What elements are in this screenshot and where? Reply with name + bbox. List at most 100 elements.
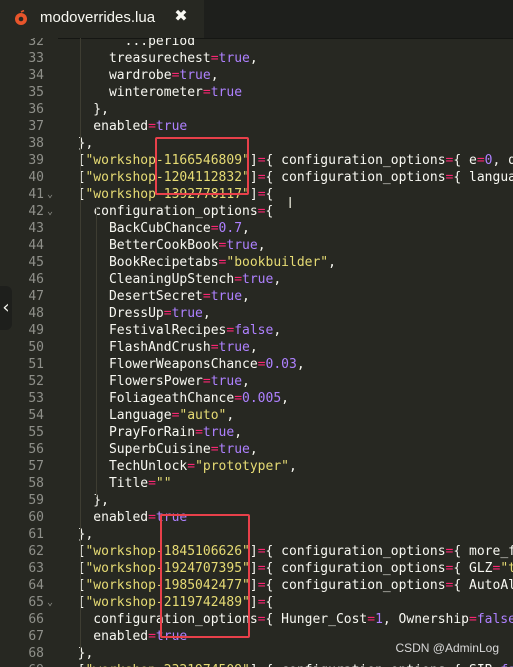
- code-token: { configuration_options: [265, 544, 446, 559]
- code-line[interactable]: 49 FestivalRecipes=false,: [0, 322, 513, 339]
- code-line[interactable]: 50 FlashAndCrush=true,: [0, 339, 513, 356]
- code-text: },: [62, 645, 94, 662]
- code-token: =: [202, 374, 211, 389]
- code-line[interactable]: 41 ⌄ ["workshop-1392778117"]={: [0, 186, 513, 203]
- line-number: 33: [28, 51, 44, 66]
- code-token: { languag: [453, 170, 513, 185]
- code-token: ,: [249, 340, 258, 355]
- code-token: DressUp: [62, 306, 164, 321]
- code-token: true: [179, 68, 211, 83]
- fold-arrow-icon[interactable]: ⌄: [47, 203, 57, 220]
- code-token: true: [218, 442, 250, 457]
- tab-bar: modoverrides.lua ✖: [0, 0, 513, 39]
- code-line[interactable]: 54 Language="auto",: [0, 407, 513, 424]
- code-line[interactable]: 53 FoliageathChance=0.005,: [0, 390, 513, 407]
- code-line[interactable]: 64 ["workshop-1985042477"]={ configurati…: [0, 577, 513, 594]
- code-line[interactable]: 44 BetterCookBook=true,: [0, 237, 513, 254]
- line-number: 55: [28, 425, 44, 440]
- code-token: =: [257, 357, 266, 372]
- code-token: =: [469, 612, 477, 627]
- code-line[interactable]: 52 FlowersPower=true,: [0, 373, 513, 390]
- code-line[interactable]: 36 },: [0, 101, 513, 118]
- code-line[interactable]: 51 FlowerWeaponsChance=0.03,: [0, 356, 513, 373]
- code-line[interactable]: 58 Title="": [0, 475, 513, 492]
- code-text: winterometer=true: [62, 84, 242, 101]
- line-number: 51: [28, 357, 44, 372]
- code-line[interactable]: 45 BookRecipetabs="bookbuilder",: [0, 254, 513, 271]
- code-token: [: [62, 187, 86, 202]
- code-token: treasurechest: [62, 51, 211, 66]
- code-token: { more_fu: [453, 544, 513, 559]
- code-text: configuration_options={ Hunger_Cost=1, O…: [62, 611, 513, 628]
- code-text: wardrobe=true,: [62, 67, 219, 84]
- code-line[interactable]: 33 treasurechest=true,: [0, 50, 513, 67]
- code-token: { configuration_options: [265, 170, 446, 185]
- code-token: BetterCookBook: [62, 238, 219, 253]
- code-text: PrayForRain=true,: [62, 424, 242, 441]
- code-token: wardrobe: [62, 68, 172, 83]
- fold-arrow-icon[interactable]: ⌄: [47, 186, 57, 203]
- line-number: 64: [28, 578, 44, 593]
- code-token: { Hunger_Cost: [265, 612, 368, 627]
- code-token: true: [155, 119, 188, 134]
- code-line[interactable]: 55 PrayForRain=true,: [0, 424, 513, 441]
- code-text: DressUp=true,: [62, 305, 211, 322]
- code-token: },: [62, 102, 109, 117]
- code-line[interactable]: 48 DressUp=true,: [0, 305, 513, 322]
- code-text: ["workshop-1845106626"]={ configuration_…: [62, 543, 513, 560]
- code-line[interactable]: 63 ["workshop-1924707395"]={ configurati…: [0, 560, 513, 577]
- code-line[interactable]: 59 },: [0, 492, 513, 509]
- code-token: ,: [202, 306, 211, 321]
- line-number: 38: [28, 136, 44, 151]
- code-line[interactable]: 35 winterometer=true: [0, 84, 513, 101]
- code-line[interactable]: 69 ["workshop-2321974509"]={ configurati…: [0, 662, 513, 667]
- code-line[interactable]: 38 },: [0, 135, 513, 152]
- code-token: ,: [242, 221, 250, 236]
- code-token: { configuration_options: [265, 578, 446, 593]
- code-text: CleaningUpStench=true,: [62, 271, 281, 288]
- code-line[interactable]: 39 ["workshop-1166546809"]={ configurati…: [0, 152, 513, 169]
- fold-arrow-icon[interactable]: ⌄: [47, 594, 57, 611]
- code-text: TechUnlock="prototyper",: [62, 458, 297, 475]
- code-token: , q: [492, 153, 513, 168]
- code-token: =: [195, 425, 203, 440]
- code-line[interactable]: 43 BackCubChance=0.7,: [0, 220, 513, 237]
- code-line[interactable]: 34 wardrobe=true,: [0, 67, 513, 84]
- tab-title: modoverrides.lua: [40, 9, 156, 26]
- tab-modoverrides[interactable]: modoverrides.lua ✖: [0, 0, 204, 38]
- code-editor[interactable]: 32 ...period 33 treasurechest=true, 34 war…: [0, 38, 513, 667]
- line-number: 41: [28, 187, 44, 202]
- code-line[interactable]: 37 enabled=true: [0, 118, 513, 135]
- code-line[interactable]: 57 TechUnlock="prototyper",: [0, 458, 513, 475]
- code-line[interactable]: 62 ["workshop-1845106626"]={ configurati…: [0, 543, 513, 560]
- code-token: ]: [249, 595, 258, 610]
- chevron-left-icon[interactable]: ‹: [0, 286, 12, 330]
- line-number: 69: [0, 662, 44, 667]
- close-icon[interactable]: ✖: [172, 7, 190, 25]
- code-token: ,: [296, 357, 305, 372]
- code-token: {: [265, 204, 274, 219]
- code-line[interactable]: 60 enabled=true: [0, 509, 513, 526]
- code-text: ["workshop-2321974509"]={ configuration_…: [62, 662, 513, 667]
- code-line[interactable]: 42 ⌄ configuration_options={: [0, 203, 513, 220]
- line-number: 62: [28, 544, 44, 559]
- code-line[interactable]: 32 ...period: [0, 38, 513, 50]
- code-token: SuperbCuisine: [62, 442, 211, 457]
- code-line[interactable]: 46 CleaningUpStench=true,: [0, 271, 513, 288]
- code-line[interactable]: 66 configuration_options={ Hunger_Cost=1…: [0, 611, 513, 628]
- code-token: =: [257, 153, 266, 168]
- code-token: ,: [234, 425, 243, 440]
- code-token: ,: [210, 68, 219, 83]
- code-token: true: [210, 85, 243, 100]
- code-line[interactable]: 56 SuperbCuisine=true,: [0, 441, 513, 458]
- code-token: =: [202, 289, 211, 304]
- code-token: =: [148, 119, 156, 134]
- code-line[interactable]: 65 ⌄ ["workshop-2119742489"]={: [0, 594, 513, 611]
- code-line[interactable]: 61 },: [0, 526, 513, 543]
- line-number: 54: [28, 408, 44, 423]
- code-line[interactable]: 40 ["workshop-1204112832"]={ configurati…: [0, 169, 513, 186]
- code-token: true: [218, 340, 250, 355]
- code-text: Title="": [62, 475, 172, 492]
- code-token: =: [202, 85, 211, 100]
- code-line[interactable]: 47 DesertSecret=true,: [0, 288, 513, 305]
